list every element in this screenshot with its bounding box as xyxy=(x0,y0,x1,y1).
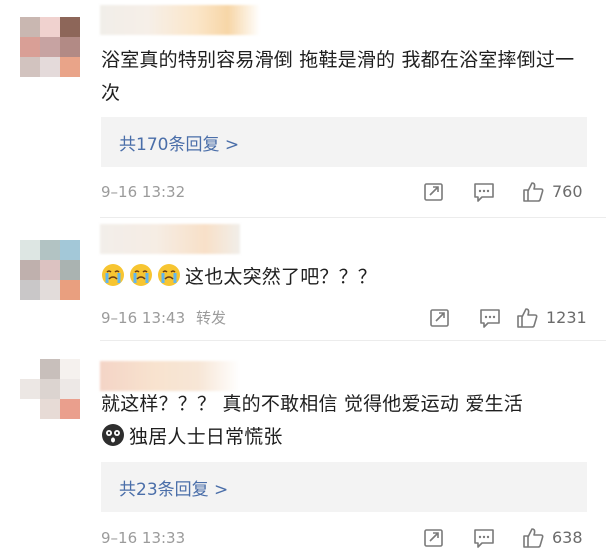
comment-icon[interactable] xyxy=(473,181,495,203)
comment-text: 就这样？？？ 真的不敢相信 觉得他爱运动 爱生活 独居人士日常慌张 xyxy=(101,388,582,454)
share-icon[interactable] xyxy=(423,527,445,549)
avatar[interactable] xyxy=(20,17,80,77)
comment-text: 浴室真的特别容易滑倒 拖鞋是滑的 我都在浴室摔倒过一次 xyxy=(101,49,575,104)
like-count: 638 xyxy=(552,528,583,547)
comment-icon[interactable] xyxy=(473,527,495,549)
timestamp: 9–16 13:33 xyxy=(101,529,186,547)
repost-link[interactable]: 转发 xyxy=(196,305,226,331)
comment-1: 浴室真的特别容易滑倒 拖鞋是滑的 我都在浴室摔倒过一次 共170条回复 > 9–… xyxy=(0,0,606,210)
reply-box[interactable]: 共23条回复 > xyxy=(101,462,587,512)
timestamp: 9–16 13:32 xyxy=(101,183,186,201)
username[interactable] xyxy=(100,5,260,35)
share-icon[interactable] xyxy=(429,307,451,329)
username[interactable] xyxy=(100,361,240,391)
reply-box[interactable]: 共170条回复 > xyxy=(101,117,587,167)
comment-2: 这也太突然了吧？？？ 9–16 13:43 转发 1231 xyxy=(0,218,606,336)
like-count: 760 xyxy=(552,182,583,201)
like-icon[interactable] xyxy=(516,307,538,329)
comment-text-body: 独居人士日常慌张 xyxy=(129,426,283,448)
like-icon[interactable] xyxy=(522,181,544,203)
comment-meta: 9–16 13:32 760 xyxy=(101,179,586,205)
crying-emoji-icon xyxy=(158,264,180,286)
reply-count-link[interactable]: 共170条回复 > xyxy=(119,130,239,155)
reply-count-link[interactable]: 共23条回复 > xyxy=(119,475,228,500)
comment-meta: 9–16 13:33 638 xyxy=(101,525,586,551)
comment-text-line: 就这样？？？ 真的不敢相信 觉得他爱运动 爱生活 xyxy=(101,393,523,415)
comment-text-line: 独居人士日常慌张 xyxy=(101,421,582,454)
like-icon[interactable] xyxy=(522,527,544,549)
comment-icon[interactable] xyxy=(479,307,501,329)
panic-emoji-icon xyxy=(102,424,124,446)
comment-meta: 9–16 13:43 转发 1231 xyxy=(101,305,587,331)
avatar[interactable] xyxy=(20,240,80,300)
comment-text-body: 这也太突然了吧？？？ xyxy=(185,266,378,288)
comment-3: 就这样？？？ 真的不敢相信 觉得他爱运动 爱生活 独居人士日常慌张 共23条回复… xyxy=(0,341,606,556)
comment-text: 这也太突然了吧？？？ xyxy=(101,261,582,294)
like-count: 1231 xyxy=(546,308,587,327)
timestamp: 9–16 13:43 xyxy=(101,309,186,327)
crying-emoji-icon xyxy=(130,264,152,286)
crying-emoji-icon xyxy=(102,264,124,286)
username[interactable] xyxy=(100,224,240,254)
share-icon[interactable] xyxy=(423,181,445,203)
avatar[interactable] xyxy=(20,359,80,419)
